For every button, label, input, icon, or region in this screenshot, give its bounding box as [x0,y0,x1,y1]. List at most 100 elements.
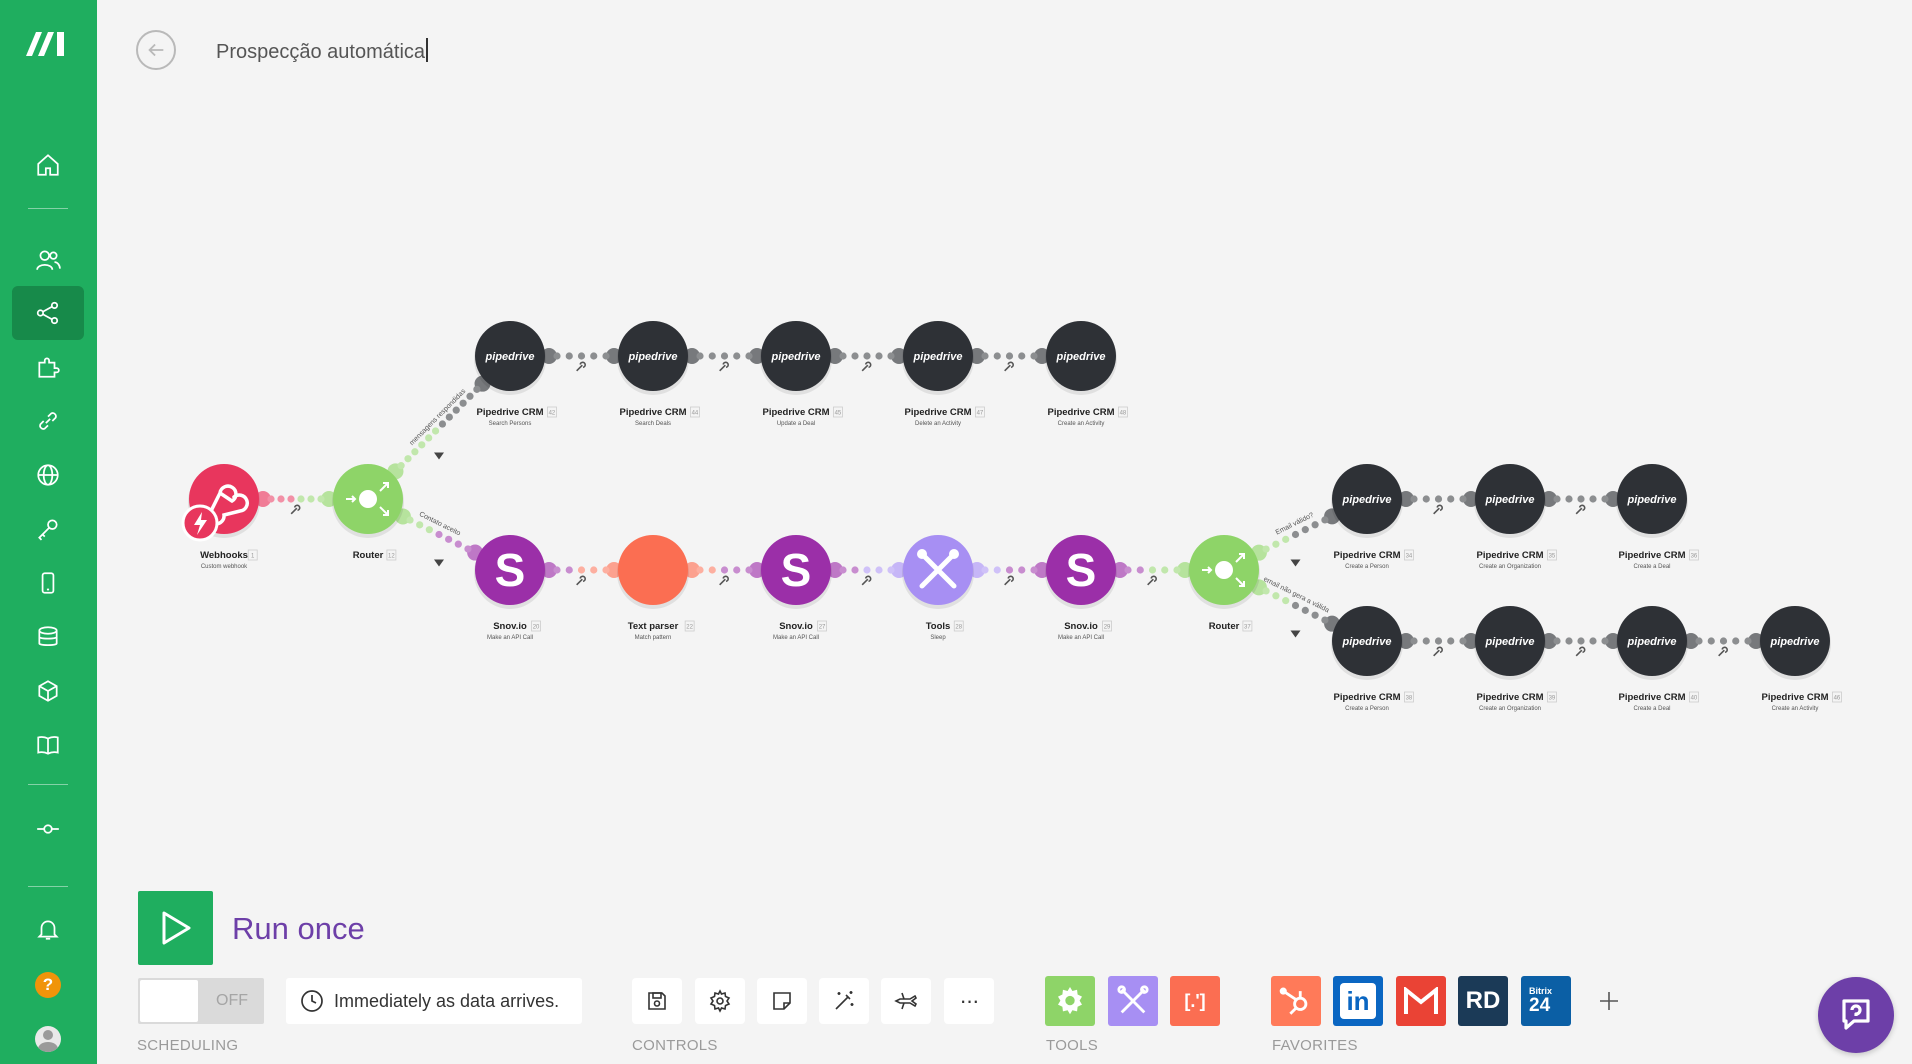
filter-wrench-icon [1718,646,1728,657]
snovio-logo-icon: S [495,544,526,596]
module-pd44[interactable]: pipedrive Pipedrive CRM 44 Search Deals [617,321,700,427]
sidebar-item-commit[interactable] [12,802,84,856]
auto-align-button[interactable] [819,978,869,1024]
sidebar-item-help[interactable]: ? [12,958,84,1012]
connection-dot [590,352,598,360]
module-webhooks[interactable]: Webhooks 1Custom webhook [181,464,260,570]
connection-dot [577,566,586,574]
connection-dot [1565,637,1573,645]
user-avatar-icon [35,1026,61,1052]
connection-dot [1434,495,1443,503]
connections-link-icon [39,412,57,430]
scheduling-toggle[interactable]: OFF [138,978,264,1024]
connection-pd39-pd40 [1541,633,1621,657]
filter-wrench-icon [1147,575,1157,586]
favorite-gmail[interactable] [1396,976,1446,1026]
notes-button[interactable] [757,978,807,1024]
text-caret [426,38,428,62]
run-once-label[interactable]: Run once [232,911,365,947]
sidebar-item-devices[interactable] [12,556,84,610]
module-pd40[interactable]: pipedrive Pipedrive CRM 40 Create a Deal [1616,606,1699,712]
module-pd47[interactable]: pipedrive Pipedrive CRM 47 Delete an Activi… [902,321,985,427]
module-snov1[interactable]: S Snov.io 20Make an API Call [474,535,546,641]
module-pd46[interactable]: pipedrive Pipedrive CRM 46 Create an Activi… [1759,606,1842,712]
sidebar-item-apps[interactable] [12,340,84,394]
connection-dot [1447,637,1455,645]
scenario-name-input[interactable]: Prospecção automática [216,38,428,64]
module-action: Create an Organization [1479,564,1541,570]
module-pd45[interactable]: pipedrive Pipedrive CRM 45 Update a Deal [760,321,843,427]
support-chat-button[interactable] [1818,977,1894,1053]
module-number: 37 [1244,625,1251,631]
sidebar-item-home[interactable] [12,138,84,192]
module-pd34[interactable]: pipedrive Pipedrive CRM 34 Create a Person [1331,464,1414,570]
module-name: Webhooks [200,550,248,561]
scenario-canvas[interactable]: mensagens respondidas Contato aceito Email… [97,80,1912,880]
connection-dot [459,399,467,407]
save-button[interactable] [632,978,682,1024]
sidebar-item-data-stores[interactable] [12,610,84,664]
module-pd35[interactable]: pipedrive Pipedrive CRM 35 Create an Organi… [1474,464,1557,570]
schedule-setting-button[interactable]: Immediately as data arrives. [286,978,582,1024]
module-pd38[interactable]: pipedrive Pipedrive CRM 38 Create a Person [1331,606,1414,712]
connection-dot [1459,637,1467,645]
back-button[interactable] [136,30,176,70]
module-number: 35 [1549,554,1556,560]
explain-flow-button[interactable] [881,978,931,1024]
filter-wrench-icon [1575,504,1586,515]
connection-router2-pd34: Email válido? [1250,508,1341,567]
connection-dot [1601,637,1609,645]
module-pd36[interactable]: pipedrive Pipedrive CRM 36 Create a Deal [1616,464,1699,570]
module-name: Pipedrive CRM [1618,692,1685,703]
scheduling-group-label: SCHEDULING [137,1037,239,1054]
module-pd42[interactable]: pipedrive Pipedrive CRM 42 Search Persons [474,321,557,427]
module-pd39[interactable]: pipedrive Pipedrive CRM 39 Create an Organi… [1474,606,1557,712]
sidebar-item-connections[interactable] [12,394,84,448]
pipedrive-logo-icon: pipedrive [913,351,963,363]
pipedrive-logo-icon: pipedrive [1627,494,1677,506]
sidebar-item-notifications[interactable] [12,902,84,956]
sidebar-item-webhooks[interactable] [12,448,84,502]
tool-text-parser[interactable]: [.'] [1170,976,1220,1026]
module-action: Sleep [930,635,946,641]
connection-dot [307,495,315,503]
sidebar-item-scenarios[interactable] [12,286,84,340]
module-router1[interactable]: Router 12 [332,464,404,561]
module-name: Tools [926,621,951,632]
favorite-rd-station[interactable]: RD [1458,976,1508,1026]
connection-dot [565,566,573,574]
sidebar-item-data-structures[interactable] [12,664,84,718]
tool-tools[interactable] [1108,976,1158,1026]
module-parser[interactable]: Text parser 22 Match pattern [617,535,695,641]
connection-dot [839,352,847,360]
connection-dot [1577,495,1585,503]
favorite-hubspot[interactable] [1271,976,1321,1026]
module-snov2[interactable]: S Snov.io 27Make an API Call [760,535,832,641]
sidebar-item-keys[interactable] [12,502,84,556]
router-icon [1215,561,1233,579]
connection-dot [1018,352,1026,360]
scenario-settings-button[interactable] [695,978,745,1024]
home-icon [37,154,59,176]
favorite-linkedin[interactable]: in [1333,976,1383,1026]
more-controls-button[interactable]: ··· [944,978,994,1024]
module-pd48[interactable]: pipedrive Pipedrive CRM 48 Create an Activi… [1045,321,1128,427]
sidebar-item-team[interactable] [12,233,84,287]
tool-flow-control[interactable] [1045,976,1095,1026]
sidebar-item-profile[interactable] [12,1012,84,1064]
module-router2[interactable]: Router 37 [1188,535,1260,632]
scenario-name-text: Prospecção automática [216,41,426,63]
notifications-bell-icon [37,920,59,940]
add-favorite-button[interactable] [1584,976,1634,1026]
devices-icon [41,572,55,594]
module-name: Pipedrive CRM [904,407,971,418]
module-snov3[interactable]: S Snov.io 29Make an API Call [1045,535,1117,641]
module-tools[interactable]: Tools 28 Sleep [902,535,974,641]
connection-dot [1321,516,1329,524]
sidebar-item-templates[interactable] [12,718,84,772]
webhooks-globe-icon [37,464,59,486]
run-once-button[interactable] [138,891,213,965]
favorite-bitrix24[interactable]: Bitrix 24 [1521,976,1571,1026]
make-logo-icon[interactable] [24,26,72,62]
connection-dot [404,455,412,463]
